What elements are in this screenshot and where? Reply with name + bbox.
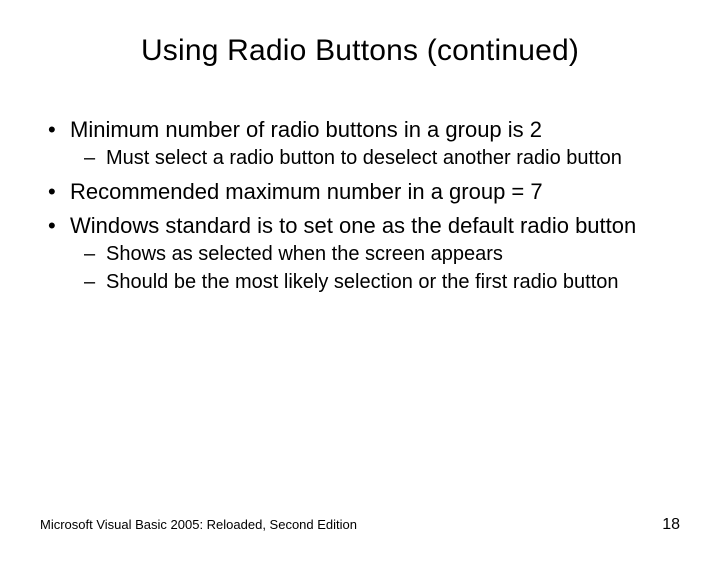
slide-title: Using Radio Buttons (continued) (0, 34, 720, 68)
sub-bullet-list: Must select a radio button to deselect a… (70, 146, 670, 172)
sub-bullet-item: Must select a radio button to deselect a… (80, 146, 670, 172)
slide-footer: Microsoft Visual Basic 2005: Reloaded, S… (40, 516, 680, 534)
sub-bullet-text: Must select a radio button to deselect a… (106, 147, 622, 169)
sub-bullet-item: Shows as selected when the screen appear… (80, 242, 670, 268)
slide: Using Radio Buttons (continued) Minimum … (0, 34, 720, 574)
page-number: 18 (662, 516, 680, 534)
slide-body: Minimum number of radio buttons in a gro… (0, 116, 720, 295)
sub-bullet-item: Should be the most likely selection or t… (80, 270, 670, 296)
bullet-text: Minimum number of radio buttons in a gro… (70, 117, 542, 142)
footer-source: Microsoft Visual Basic 2005: Reloaded, S… (40, 517, 357, 532)
bullet-text: Windows standard is to set one as the de… (70, 213, 636, 238)
sub-bullet-text: Shows as selected when the screen appear… (106, 243, 503, 265)
bullet-list: Minimum number of radio buttons in a gro… (40, 116, 670, 295)
bullet-item: Minimum number of radio buttons in a gro… (40, 116, 670, 172)
bullet-text: Recommended maximum number in a group = … (70, 179, 543, 204)
sub-bullet-list: Shows as selected when the screen appear… (70, 242, 670, 295)
bullet-item: Windows standard is to set one as the de… (40, 212, 670, 295)
bullet-item: Recommended maximum number in a group = … (40, 178, 670, 206)
sub-bullet-text: Should be the most likely selection or t… (106, 271, 619, 293)
